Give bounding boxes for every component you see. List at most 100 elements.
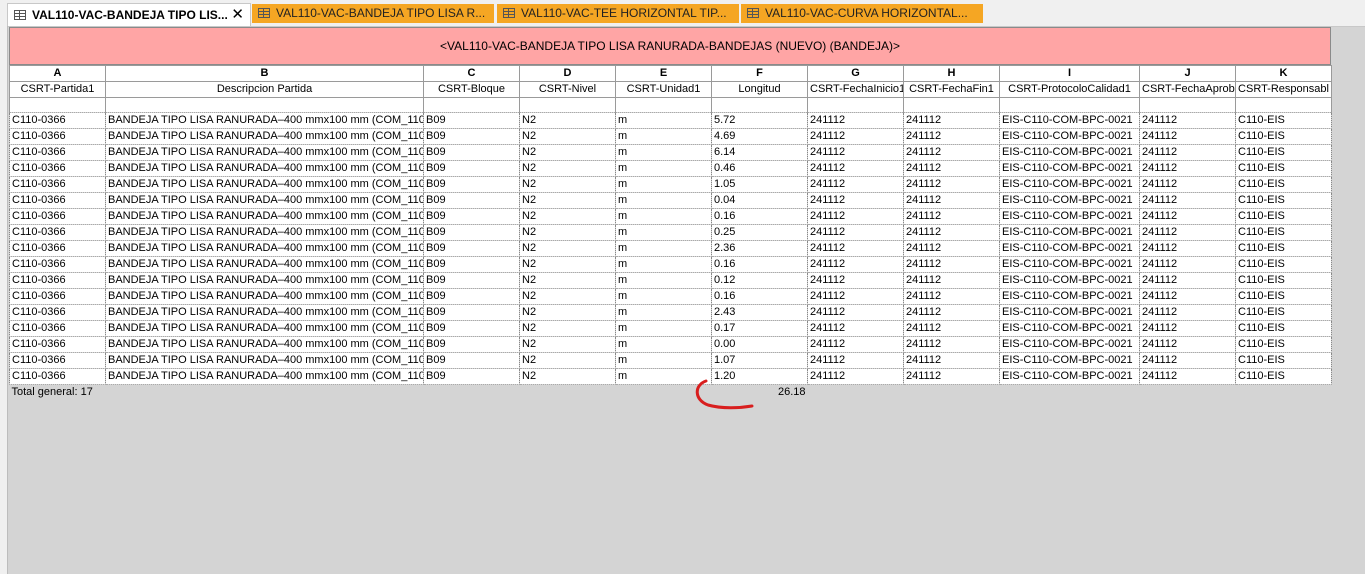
table-cell[interactable]: C110-0366 xyxy=(9,304,106,321)
table-cell[interactable]: BANDEJA TIPO LISA RANURADA–400 mmx100 mm… xyxy=(105,208,424,225)
table-cell[interactable]: C110-EIS xyxy=(1235,176,1332,193)
column-letter[interactable]: I xyxy=(999,65,1140,82)
table-cell[interactable]: EIS-C110-COM-BPC-0021 xyxy=(999,288,1140,305)
table-cell[interactable]: 241112 xyxy=(903,368,1000,385)
table-cell[interactable]: B09 xyxy=(423,208,520,225)
table-cell[interactable]: 241112 xyxy=(903,320,1000,337)
table-cell[interactable]: 2.36 xyxy=(711,240,808,257)
table-cell[interactable]: BANDEJA TIPO LISA RANURADA–400 mmx100 mm… xyxy=(105,256,424,273)
column-letter[interactable]: D xyxy=(519,65,616,82)
table-cell[interactable]: N2 xyxy=(519,272,616,289)
table-cell[interactable]: C110-0366 xyxy=(9,160,106,177)
column-header[interactable]: CSRT-FechaFin1 xyxy=(903,81,1000,98)
table-cell[interactable]: C110-0366 xyxy=(9,352,106,369)
table-cell[interactable]: C110-EIS xyxy=(1235,368,1332,385)
table-cell[interactable]: 241112 xyxy=(1139,272,1236,289)
table-cell[interactable]: B09 xyxy=(423,224,520,241)
table-cell[interactable]: C110-EIS xyxy=(1235,112,1332,129)
table-cell[interactable]: C110-EIS xyxy=(1235,240,1332,257)
table-cell[interactable]: C110-EIS xyxy=(1235,304,1332,321)
table-cell[interactable]: EIS-C110-COM-BPC-0021 xyxy=(999,160,1140,177)
table-cell[interactable]: N2 xyxy=(519,128,616,145)
table-cell[interactable]: 241112 xyxy=(903,272,1000,289)
table-cell[interactable]: B09 xyxy=(423,192,520,209)
table-cell[interactable]: B09 xyxy=(423,320,520,337)
table-cell[interactable]: C110-0366 xyxy=(9,336,106,353)
table-cell[interactable]: EIS-C110-COM-BPC-0021 xyxy=(999,176,1140,193)
column-header[interactable]: CSRT-Unidad1 xyxy=(615,81,712,98)
table-cell[interactable]: 241112 xyxy=(1139,160,1236,177)
table-cell[interactable]: 0.12 xyxy=(711,272,808,289)
table-cell[interactable]: 241112 xyxy=(807,336,904,353)
table-cell[interactable]: EIS-C110-COM-BPC-0021 xyxy=(999,144,1140,161)
table-cell[interactable]: EIS-C110-COM-BPC-0021 xyxy=(999,320,1140,337)
table-cell[interactable]: EIS-C110-COM-BPC-0021 xyxy=(999,128,1140,145)
table-cell[interactable]: B09 xyxy=(423,288,520,305)
table-cell[interactable]: 241112 xyxy=(903,224,1000,241)
table-cell[interactable]: 1.20 xyxy=(711,368,808,385)
column-header[interactable]: CSRT-FechaInicio1 xyxy=(807,81,904,98)
table-cell[interactable]: BANDEJA TIPO LISA RANURADA–400 mmx100 mm… xyxy=(105,288,424,305)
table-cell[interactable]: EIS-C110-COM-BPC-0021 xyxy=(999,112,1140,129)
column-letter[interactable]: B xyxy=(105,65,424,82)
table-cell[interactable]: m xyxy=(615,128,712,145)
table-cell[interactable]: C110-EIS xyxy=(1235,336,1332,353)
table-cell[interactable]: N2 xyxy=(519,112,616,129)
table-cell[interactable]: N2 xyxy=(519,176,616,193)
table-cell[interactable]: BANDEJA TIPO LISA RANURADA–400 mmx100 mm… xyxy=(105,320,424,337)
table-cell[interactable]: BANDEJA TIPO LISA RANURADA–400 mmx100 mm… xyxy=(105,160,424,177)
table-cell[interactable]: 0.17 xyxy=(711,320,808,337)
table-cell[interactable]: m xyxy=(615,208,712,225)
table-cell[interactable]: C110-EIS xyxy=(1235,352,1332,369)
table-cell[interactable]: C110-EIS xyxy=(1235,208,1332,225)
table-cell[interactable]: N2 xyxy=(519,144,616,161)
column-letter[interactable]: A xyxy=(9,65,106,82)
column-header[interactable]: CSRT-Bloque xyxy=(423,81,520,98)
table-cell[interactable]: EIS-C110-COM-BPC-0021 xyxy=(999,192,1140,209)
table-cell[interactable]: m xyxy=(615,368,712,385)
table-cell[interactable]: N2 xyxy=(519,352,616,369)
table-cell[interactable]: 241112 xyxy=(1139,320,1236,337)
table-cell[interactable]: N2 xyxy=(519,368,616,385)
table-cell[interactable]: 0.04 xyxy=(711,192,808,209)
column-letter[interactable]: J xyxy=(1139,65,1236,82)
table-cell[interactable]: N2 xyxy=(519,208,616,225)
table-cell[interactable]: 241112 xyxy=(1139,352,1236,369)
table-cell[interactable]: B09 xyxy=(423,256,520,273)
table-cell[interactable]: C110-EIS xyxy=(1235,272,1332,289)
table-cell[interactable]: 1.05 xyxy=(711,176,808,193)
table-cell[interactable]: BANDEJA TIPO LISA RANURADA–400 mmx100 mm… xyxy=(105,272,424,289)
table-cell[interactable]: B09 xyxy=(423,304,520,321)
table-cell[interactable]: 241112 xyxy=(1139,192,1236,209)
table-cell[interactable]: 241112 xyxy=(807,160,904,177)
table-cell[interactable]: B09 xyxy=(423,128,520,145)
column-letter[interactable]: K xyxy=(1235,65,1332,82)
tab-tee-horizontal[interactable]: VAL110-VAC-TEE HORIZONTAL TIP... xyxy=(497,4,739,23)
close-icon[interactable]: ✕ xyxy=(231,4,244,26)
table-cell[interactable]: m xyxy=(615,160,712,177)
table-cell[interactable]: BANDEJA TIPO LISA RANURADA–400 mmx100 mm… xyxy=(105,192,424,209)
table-cell[interactable]: 241112 xyxy=(807,128,904,145)
table-cell[interactable]: N2 xyxy=(519,304,616,321)
table-cell[interactable]: 241112 xyxy=(807,144,904,161)
table-cell[interactable]: 5.72 xyxy=(711,112,808,129)
tab-bandeja-tipo-lisa-r[interactable]: VAL110-VAC-BANDEJA TIPO LISA R... xyxy=(252,4,494,23)
column-letter[interactable]: H xyxy=(903,65,1000,82)
table-cell[interactable]: 241112 xyxy=(1139,128,1236,145)
table-cell[interactable]: 0.46 xyxy=(711,160,808,177)
table-cell[interactable]: BANDEJA TIPO LISA RANURADA–400 mmx100 mm… xyxy=(105,304,424,321)
table-cell[interactable]: N2 xyxy=(519,320,616,337)
table-cell[interactable]: m xyxy=(615,352,712,369)
table-cell[interactable]: B09 xyxy=(423,160,520,177)
table-cell[interactable]: 1.07 xyxy=(711,352,808,369)
table-cell[interactable]: B09 xyxy=(423,112,520,129)
table-cell[interactable]: 241112 xyxy=(807,112,904,129)
table-cell[interactable]: 241112 xyxy=(903,112,1000,129)
table-cell[interactable]: N2 xyxy=(519,224,616,241)
table-cell[interactable]: C110-0366 xyxy=(9,272,106,289)
table-cell[interactable]: 241112 xyxy=(903,288,1000,305)
table-cell[interactable]: EIS-C110-COM-BPC-0021 xyxy=(999,240,1140,257)
table-cell[interactable]: B09 xyxy=(423,144,520,161)
table-cell[interactable]: 241112 xyxy=(903,160,1000,177)
table-cell[interactable]: C110-0366 xyxy=(9,320,106,337)
